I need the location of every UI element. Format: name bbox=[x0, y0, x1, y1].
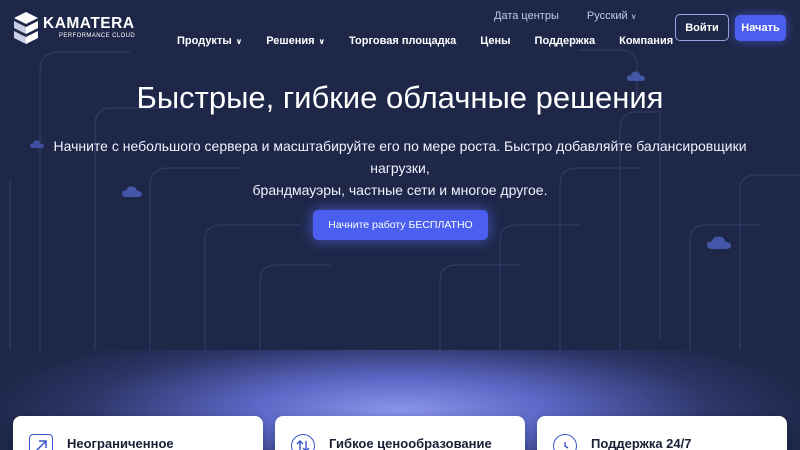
nav-company[interactable]: Компания bbox=[619, 35, 673, 47]
feature-card-unlimited[interactable]: Неограниченное bbox=[13, 416, 263, 450]
start-free-button[interactable]: Начните работу БЕСПЛАТНО bbox=[313, 210, 488, 240]
feature-title: Поддержка 24/7 bbox=[591, 436, 692, 450]
feature-card-pricing[interactable]: Гибкое ценообразование bbox=[275, 416, 525, 450]
nav-support[interactable]: Поддержка bbox=[535, 35, 596, 47]
brand-tagline: PERFORMANCE CLOUD bbox=[59, 33, 136, 39]
logo[interactable]: KAMATERA PERFORMANCE CLOUD bbox=[14, 12, 135, 44]
hero-title: Быстрые, гибкие облачные решения bbox=[136, 80, 664, 115]
brand-name: KAMATERA bbox=[43, 15, 135, 32]
main-nav: Продукты ∨ Решения ∨ Торговая площадка Ц… bbox=[177, 35, 697, 47]
hero-subtitle-line-2: брандмауэры, частные сети и многое друго… bbox=[252, 182, 548, 198]
feature-title: Гибкое ценообразование bbox=[329, 436, 492, 450]
chevron-down-icon: ∨ bbox=[630, 11, 637, 21]
language-selector[interactable]: Русский ∨ bbox=[587, 10, 637, 22]
page: KAMATERA PERFORMANCE CLOUD Дата центры Р… bbox=[0, 0, 800, 450]
start-button[interactable]: Начать bbox=[735, 15, 786, 41]
feature-card-support[interactable]: Поддержка 24/7 bbox=[537, 416, 787, 450]
login-button[interactable]: Войти bbox=[675, 14, 729, 41]
feature-title: Неограниченное bbox=[67, 436, 174, 450]
arrow-up-right-icon bbox=[29, 434, 53, 450]
nav-pricing[interactable]: Цены bbox=[480, 35, 510, 47]
chevron-down-icon: ∨ bbox=[318, 36, 326, 46]
datacenters-link[interactable]: Дата центры bbox=[494, 10, 559, 22]
nav-marketplace[interactable]: Торговая площадка bbox=[349, 35, 456, 47]
hero-subtitle: Начните с небольшого сервера и масштабир… bbox=[30, 135, 770, 201]
hero-subtitle-line-1: Начните с небольшого сервера и масштабир… bbox=[53, 138, 747, 176]
clock-icon bbox=[553, 434, 577, 450]
arrows-up-down-icon bbox=[291, 434, 315, 450]
top-links: Дата центры Русский ∨ bbox=[494, 10, 637, 22]
chevron-down-icon: ∨ bbox=[235, 36, 243, 46]
cloud-icon bbox=[707, 236, 731, 249]
nav-products[interactable]: Продукты ∨ bbox=[177, 35, 242, 47]
nav-solutions[interactable]: Решения ∨ bbox=[266, 35, 325, 47]
kamatera-logo-icon bbox=[14, 12, 38, 44]
